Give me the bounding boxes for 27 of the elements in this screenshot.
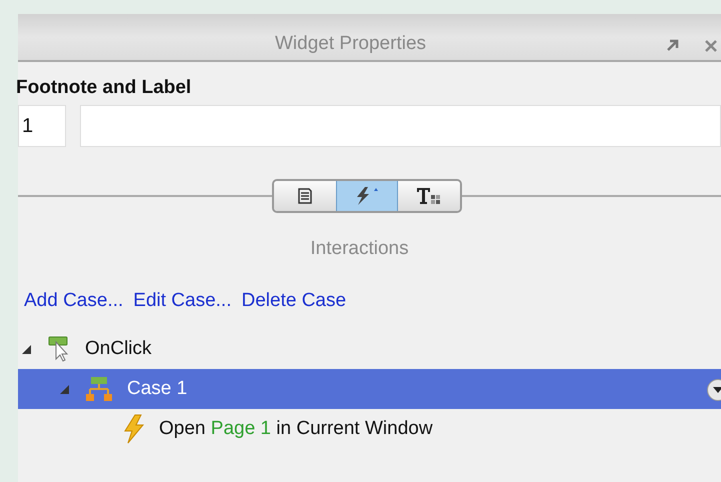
link[interactable]: Delete Case [242,286,346,315]
view-segmented-control[interactable] [272,179,462,213]
tree-row[interactable]: Open Page 1 in Current Window [18,409,721,449]
tree-label: OnClick [85,336,152,361]
panel-title: Widget Properties [275,32,426,56]
text-style-icon [416,186,442,206]
hierarchy-icon [85,376,113,402]
view-toggle-button[interactable] [336,181,398,211]
lightning-icon [123,414,145,444]
tree-row[interactable]: Case 1 [18,369,721,409]
tree-label: Case 1 [127,376,188,401]
link[interactable]: Edit Case... [133,286,232,315]
tree-row[interactable]: OnClick [18,329,721,369]
label-field[interactable] [80,105,721,147]
document-icon [296,187,314,205]
expand-toggle[interactable] [60,384,69,394]
close-icon[interactable] [704,39,718,53]
section-heading: Footnote and Label [16,76,192,100]
view-toggle-button[interactable] [274,181,336,211]
link[interactable]: Add Case... [24,286,124,315]
expand-toggle[interactable] [22,344,31,354]
undock-icon[interactable] [666,38,680,52]
cursor-icon [47,336,71,362]
action-description: Open Page 1 in Current Window [159,416,433,441]
footnote-number-field[interactable]: 1 [18,105,66,147]
view-toggle-button[interactable] [398,181,460,211]
section-title: Interactions [309,237,410,261]
